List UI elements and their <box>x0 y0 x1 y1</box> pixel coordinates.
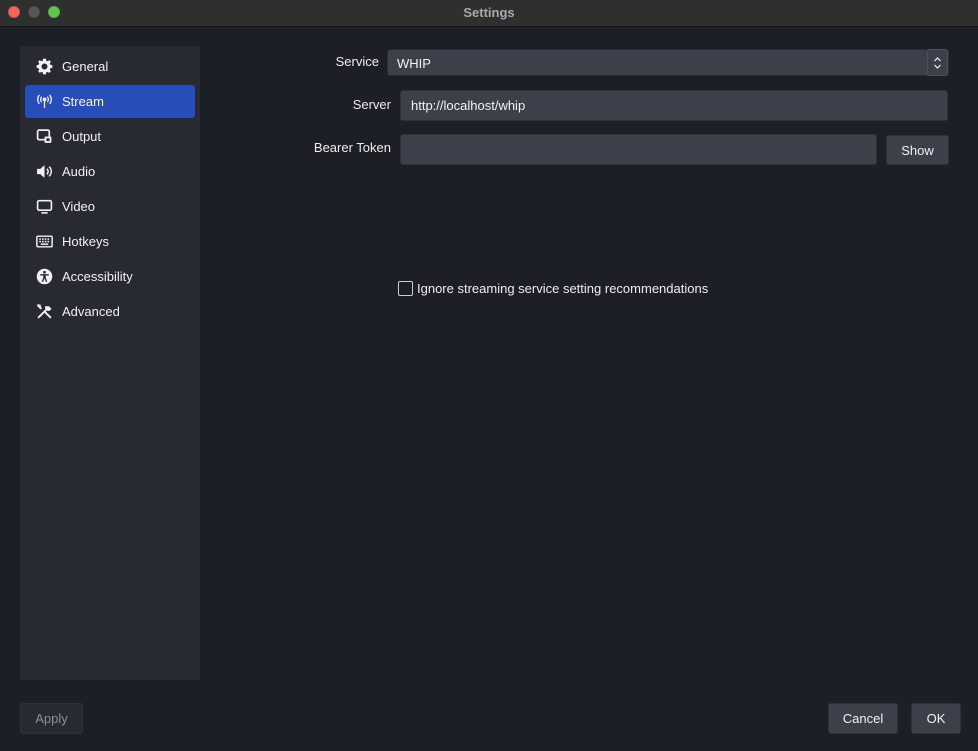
sidebar-item-label: Video <box>62 199 96 214</box>
sidebar-item-accessibility[interactable]: Accessibility <box>25 260 195 293</box>
sidebar-item-label: Accessibility <box>62 269 133 284</box>
show-token-button[interactable]: Show <box>886 135 949 165</box>
settings-window: Settings General Stream Output Audio Vid… <box>0 0 978 751</box>
sidebar-item-general[interactable]: General <box>25 50 195 83</box>
bearer-token-input[interactable] <box>400 134 877 165</box>
server-label: Server <box>352 97 391 112</box>
keyboard-icon <box>34 232 54 252</box>
ignore-recommendations-label: Ignore streaming service setting recomme… <box>417 281 709 296</box>
monitor-icon <box>34 197 54 217</box>
tools-icon <box>34 302 54 322</box>
service-label: Service <box>335 54 379 69</box>
select-arrows-icon <box>927 49 948 76</box>
accessibility-icon <box>34 267 54 287</box>
title-bar: Settings <box>0 0 978 27</box>
server-input[interactable] <box>400 90 948 121</box>
sidebar-item-label: Hotkeys <box>62 234 109 249</box>
sidebar-item-label: General <box>62 59 109 74</box>
sidebar-item-label: Output <box>62 129 102 144</box>
bearer-token-label: Bearer Token <box>313 140 391 155</box>
settings-sidebar: General Stream Output Audio Video Hotkey… <box>20 46 200 680</box>
cancel-button[interactable]: Cancel <box>828 703 898 734</box>
sidebar-item-label: Stream <box>62 94 104 109</box>
sidebar-item-video[interactable]: Video <box>25 190 195 223</box>
sidebar-item-output[interactable]: Output <box>25 120 195 153</box>
apply-button[interactable]: Apply <box>20 703 83 734</box>
service-value: WHIP <box>397 56 431 71</box>
speaker-icon <box>34 162 54 182</box>
ignore-recommendations-checkbox[interactable] <box>398 281 413 296</box>
antenna-icon <box>34 92 54 112</box>
window-title: Settings <box>463 5 515 20</box>
output-icon <box>34 127 54 147</box>
gear-icon <box>34 57 54 77</box>
ok-button[interactable]: OK <box>911 703 961 734</box>
sidebar-item-label: Audio <box>62 164 96 179</box>
sidebar-item-stream[interactable]: Stream <box>25 85 195 118</box>
sidebar-item-hotkeys[interactable]: Hotkeys <box>25 225 195 258</box>
service-select[interactable]: WHIP <box>387 49 949 76</box>
ignore-recommendations-checkbox-row[interactable]: Ignore streaming service setting recomme… <box>398 281 708 296</box>
sidebar-item-label: Advanced <box>62 304 120 319</box>
sidebar-item-advanced[interactable]: Advanced <box>25 295 195 328</box>
sidebar-item-audio[interactable]: Audio <box>25 155 195 188</box>
